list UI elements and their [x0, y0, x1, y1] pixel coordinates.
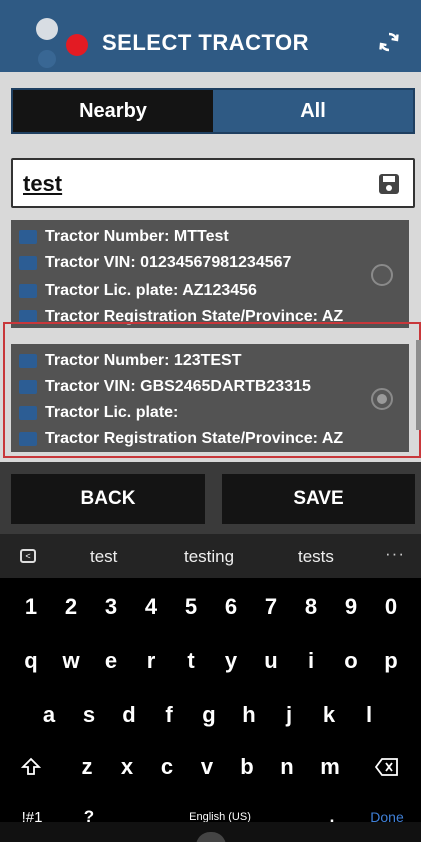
- shift-key-icon[interactable]: [14, 742, 48, 792]
- key[interactable]: z: [70, 742, 104, 792]
- keyboard-row-3: z x c v b n m: [0, 742, 421, 792]
- tab-all[interactable]: All: [213, 90, 413, 132]
- key[interactable]: p: [374, 636, 408, 686]
- suggestion-bar: < test testing tests ···: [0, 534, 421, 578]
- key[interactable]: e: [94, 636, 128, 686]
- key[interactable]: 3: [94, 582, 128, 632]
- key[interactable]: d: [112, 690, 146, 740]
- key[interactable]: n: [270, 742, 304, 792]
- key[interactable]: 4: [134, 582, 168, 632]
- key[interactable]: m: [310, 742, 350, 792]
- key[interactable]: u: [254, 636, 288, 686]
- key[interactable]: 2: [54, 582, 88, 632]
- navigation-bar: [0, 822, 421, 842]
- app-logo: [32, 18, 92, 68]
- plate-icon: [19, 284, 37, 298]
- key[interactable]: j: [272, 690, 306, 740]
- soft-keyboard: < test testing tests ··· 1 2 3 4 5 6 7 8…: [0, 534, 421, 842]
- tractor-icon: [19, 230, 37, 244]
- app-header: SELECT TRACTOR: [0, 0, 421, 72]
- key[interactable]: 6: [214, 582, 248, 632]
- action-bar: BACK SAVE: [0, 462, 421, 534]
- vin-icon: [19, 256, 37, 270]
- selection-highlight: [3, 322, 421, 458]
- key[interactable]: s: [72, 690, 106, 740]
- key[interactable]: i: [294, 636, 328, 686]
- tractor-card[interactable]: Tractor Number: MTTest Tractor VIN: 0123…: [11, 220, 409, 328]
- tractor-radio[interactable]: [371, 264, 393, 286]
- key[interactable]: o: [334, 636, 368, 686]
- key[interactable]: h: [232, 690, 266, 740]
- tractor-vin: Tractor VIN: 01234567981234567: [19, 254, 291, 272]
- suggestion-item[interactable]: tests: [298, 547, 334, 567]
- back-button[interactable]: BACK: [11, 474, 205, 524]
- key[interactable]: f: [152, 690, 186, 740]
- key[interactable]: 8: [294, 582, 328, 632]
- key[interactable]: l: [352, 690, 386, 740]
- tab-nearby[interactable]: Nearby: [13, 90, 213, 132]
- key[interactable]: 1: [14, 582, 48, 632]
- keyboard-row-2: a s d f g h j k l: [0, 690, 421, 740]
- save-button[interactable]: SAVE: [222, 474, 415, 524]
- home-indicator-icon[interactable]: [196, 832, 226, 842]
- keyboard-toggle-icon[interactable]: <: [20, 549, 36, 563]
- suggestion-item[interactable]: test: [90, 547, 117, 567]
- key[interactable]: c: [150, 742, 184, 792]
- key[interactable]: t: [174, 636, 208, 686]
- key[interactable]: 5: [174, 582, 208, 632]
- key[interactable]: 9: [334, 582, 368, 632]
- key[interactable]: q: [14, 636, 48, 686]
- key[interactable]: 0: [374, 582, 408, 632]
- key[interactable]: k: [312, 690, 346, 740]
- key[interactable]: w: [54, 636, 88, 686]
- key[interactable]: b: [230, 742, 264, 792]
- keyboard-row-numbers: 1 2 3 4 5 6 7 8 9 0: [0, 582, 421, 632]
- save-icon[interactable]: [377, 172, 401, 196]
- key[interactable]: x: [110, 742, 144, 792]
- key[interactable]: v: [190, 742, 224, 792]
- key[interactable]: 7: [254, 582, 288, 632]
- tab-bar: Nearby All: [11, 88, 415, 134]
- list-scrollbar[interactable]: [416, 340, 421, 430]
- suggestion-item[interactable]: testing: [184, 547, 234, 567]
- keyboard-row-1: q w e r t y u i o p: [0, 636, 421, 686]
- page-title: SELECT TRACTOR: [102, 30, 310, 55]
- tractor-number: Tractor Number: MTTest: [19, 228, 229, 246]
- more-suggestions-icon[interactable]: ···: [385, 544, 405, 564]
- key[interactable]: y: [214, 636, 248, 686]
- key[interactable]: a: [32, 690, 66, 740]
- refresh-icon[interactable]: [377, 30, 401, 54]
- key[interactable]: r: [134, 636, 168, 686]
- key[interactable]: g: [192, 690, 226, 740]
- search-box: [11, 158, 415, 208]
- search-input[interactable]: [23, 168, 363, 200]
- tractor-plate: Tractor Lic. plate: AZ123456: [19, 282, 257, 300]
- backspace-key-icon[interactable]: [370, 742, 404, 792]
